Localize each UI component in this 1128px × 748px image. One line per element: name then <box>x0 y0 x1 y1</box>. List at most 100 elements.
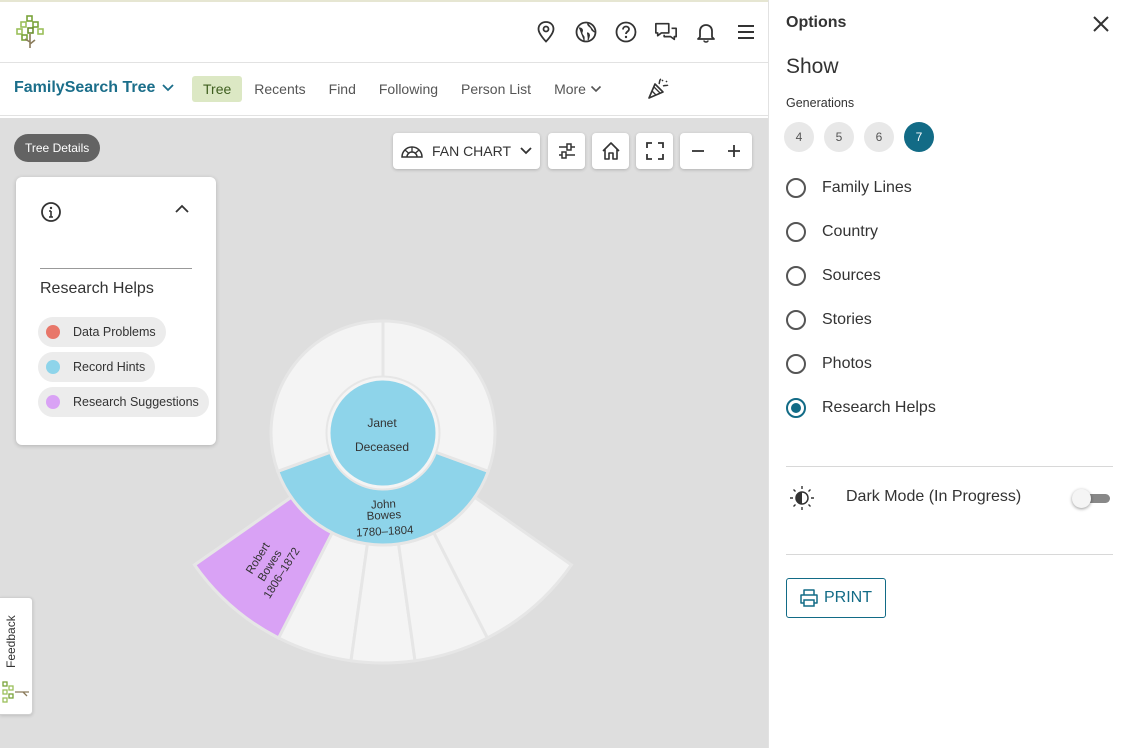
familysearch-logo-icon <box>2 681 29 703</box>
divider <box>786 554 1113 555</box>
radio-research-helps[interactable]: Research Helps <box>786 398 936 418</box>
radio-photos[interactable]: Photos <box>786 354 872 374</box>
home-icon <box>601 142 620 160</box>
legend-label: Record Hints <box>73 360 146 374</box>
fullscreen-icon <box>645 142 664 160</box>
fan-chart-canvas[interactable]: Janet Deceased John Bowes 1780–1804 Robe… <box>0 118 768 748</box>
globe-icon[interactable] <box>574 20 598 44</box>
legend-item-data-problems: Data Problems <box>38 317 166 347</box>
radio-circle[interactable] <box>786 310 806 330</box>
chart-type-label: FAN CHART <box>431 143 512 159</box>
center-person-status: Deceased <box>355 440 409 454</box>
tab-find[interactable]: Find <box>318 76 367 102</box>
tab-label: Person List <box>461 81 532 97</box>
legend-item-record-hints: Record Hints <box>38 352 156 382</box>
close-icon[interactable] <box>1091 14 1111 34</box>
fan-center-person[interactable] <box>327 377 439 489</box>
chevron-up-icon[interactable] <box>174 203 190 215</box>
printer-icon <box>800 589 818 607</box>
help-icon[interactable] <box>614 20 638 44</box>
chevron-down-icon <box>162 84 175 92</box>
zoom-controls <box>680 133 752 169</box>
zoom-in-icon[interactable] <box>726 143 742 159</box>
generation-4-button[interactable]: 4 <box>784 122 814 152</box>
radio-country[interactable]: Country <box>786 222 878 242</box>
tree-selector[interactable]: FamilySearch Tree <box>14 79 175 97</box>
nav-tabs: Tree Recents Find Following Person List … <box>192 76 614 102</box>
radio-label: Family Lines <box>822 179 912 196</box>
radio-circle[interactable] <box>786 354 806 374</box>
tree-title-label: FamilySearch Tree <box>14 79 156 96</box>
tab-label: Recents <box>254 81 306 97</box>
radio-family-lines[interactable]: Family Lines <box>786 178 912 198</box>
tab-person-list[interactable]: Person List <box>450 76 542 102</box>
legend-card: Research Helps Data Problems Record Hint… <box>16 177 216 445</box>
tree-details-label: Tree Details <box>25 141 90 155</box>
tab-label: More <box>554 81 586 97</box>
radio-label: Stories <box>822 311 872 328</box>
fullscreen-button[interactable] <box>636 133 673 169</box>
home-button[interactable] <box>592 133 629 169</box>
map-pin-icon[interactable] <box>534 20 558 44</box>
toggle-knob <box>1072 489 1091 508</box>
dark-mode-icon <box>790 486 814 510</box>
menu-icon[interactable] <box>734 20 758 44</box>
dark-mode-toggle[interactable] <box>1072 489 1110 508</box>
fan-chart-icon <box>401 146 423 158</box>
tree-details-button[interactable]: Tree Details <box>14 134 101 162</box>
generation-5-button[interactable]: 5 <box>824 122 854 152</box>
radio-label: Sources <box>822 267 881 284</box>
feedback-tab[interactable]: Feedback <box>0 597 33 715</box>
dark-mode-label: Dark Mode (In Progress) <box>846 488 1022 505</box>
familysearch-logo-icon[interactable] <box>15 14 47 50</box>
parent-surname: Bowes <box>366 509 401 523</box>
radio-circle[interactable] <box>786 398 806 418</box>
zoom-out-icon[interactable] <box>690 143 706 159</box>
tab-tree[interactable]: Tree <box>192 76 243 102</box>
legend-dot <box>46 360 60 374</box>
chevron-down-icon <box>520 147 532 155</box>
legend-label: Research Suggestions <box>73 395 199 409</box>
center-person-name: Janet <box>367 416 397 430</box>
chart-settings-button[interactable] <box>548 133 585 169</box>
show-heading: Show <box>786 55 839 78</box>
tab-label: Tree <box>203 81 232 97</box>
radio-label: Research Helps <box>822 399 936 416</box>
legend-divider <box>40 268 192 269</box>
options-title: Options <box>786 14 847 31</box>
radio-circle[interactable] <box>786 178 806 198</box>
top-bar <box>0 2 768 63</box>
tree-navbar: FamilySearch Tree Tree Recents Find Foll… <box>0 63 768 116</box>
bell-icon[interactable] <box>694 20 718 44</box>
generations-selector: 4 5 6 7 <box>784 122 934 152</box>
sliders-icon <box>558 143 575 159</box>
radio-stories[interactable]: Stories <box>786 310 872 330</box>
tab-following[interactable]: Following <box>368 76 449 102</box>
legend-dot <box>46 395 60 409</box>
generation-value: 6 <box>875 130 883 144</box>
generations-label: Generations <box>786 96 855 110</box>
tab-recents[interactable]: Recents <box>243 76 316 102</box>
radio-label: Country <box>822 223 879 240</box>
tab-more[interactable]: More <box>543 76 613 102</box>
info-icon[interactable] <box>40 201 62 223</box>
divider <box>786 466 1113 467</box>
feedback-label: Feedback <box>4 615 18 668</box>
print-button[interactable]: PRINT <box>786 578 886 618</box>
celebration-icon[interactable] <box>646 77 670 101</box>
chevron-down-icon <box>590 85 602 93</box>
tab-label: Find <box>328 81 356 97</box>
chat-icon[interactable] <box>654 20 678 44</box>
tree-app: FamilySearch Tree Tree Recents Find Foll… <box>0 0 768 748</box>
radio-sources[interactable]: Sources <box>786 266 881 286</box>
generation-7-button[interactable]: 7 <box>904 122 934 152</box>
radio-circle[interactable] <box>786 266 806 286</box>
generation-value: 4 <box>795 130 803 144</box>
radio-circle[interactable] <box>786 222 806 242</box>
generation-6-button[interactable]: 6 <box>864 122 894 152</box>
options-panel: Options Show Generations 4 5 6 7 Family … <box>768 0 1128 748</box>
chart-type-dropdown[interactable]: FAN CHART <box>393 133 540 169</box>
legend-item-research-suggestions: Research Suggestions <box>38 387 209 417</box>
legend-title: Research Helps <box>40 280 154 297</box>
radio-label: Photos <box>822 355 872 372</box>
